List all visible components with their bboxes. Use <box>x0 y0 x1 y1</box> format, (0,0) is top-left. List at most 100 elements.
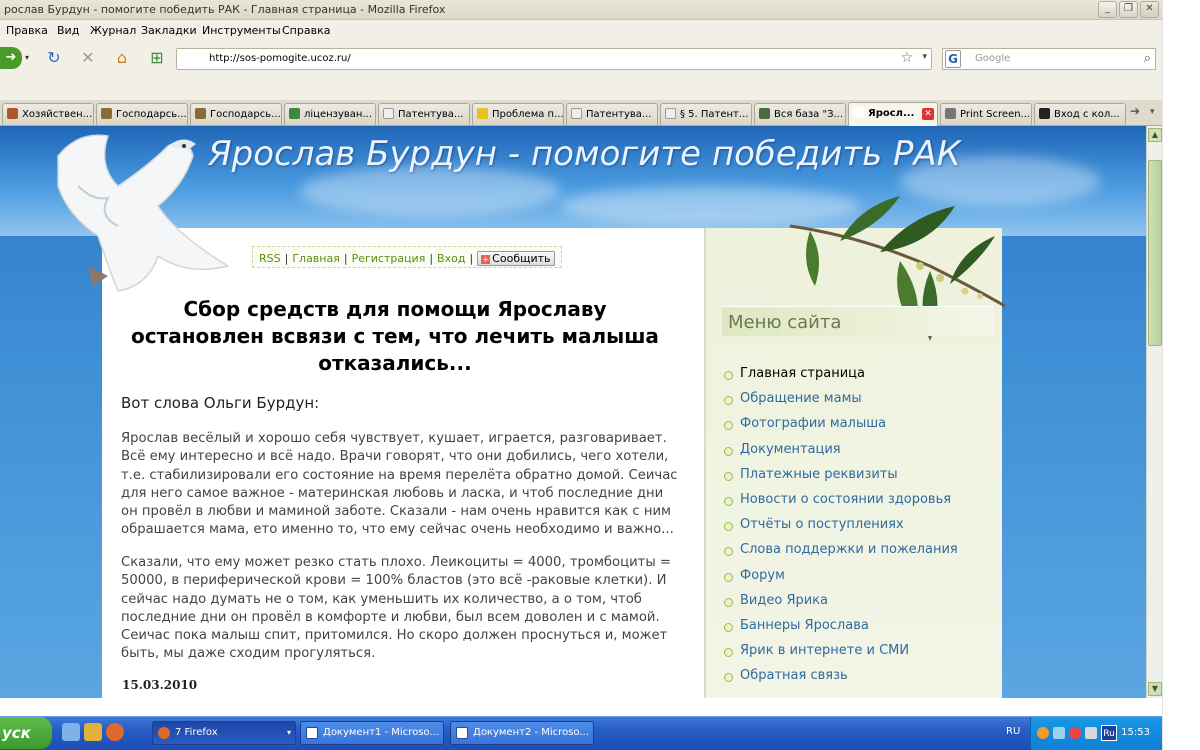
tab-3[interactable]: ліцензуван... <box>284 103 376 125</box>
page-viewport: Ярослав Бурдун - помогите победить РАК R… <box>0 126 1146 698</box>
minimize-button[interactable]: _ <box>1098 1 1117 18</box>
menu-item-documents[interactable]: Документация <box>722 442 958 467</box>
menu-item-donation-reports[interactable]: Отчёты о поступлениях <box>722 517 958 542</box>
tab-1[interactable]: Господарсь... <box>96 103 188 125</box>
tab-9-active[interactable]: Яросл... ✕ <box>848 102 938 126</box>
tray-arrow-icon[interactable] <box>1037 727 1049 739</box>
tab-0[interactable]: Хозяйствен... <box>2 103 94 125</box>
tab-favicon-icon <box>1039 108 1050 119</box>
tab-favicon-icon <box>853 107 864 118</box>
home-icon[interactable]: ⌂ <box>112 47 132 69</box>
menu-help[interactable]: Справка <box>282 24 330 37</box>
history-dropdown-icon[interactable]: ▾ <box>22 47 32 69</box>
vertical-scrollbar[interactable]: ▲ ▼ <box>1146 126 1162 698</box>
search-box[interactable]: G Google ⌕ <box>942 48 1156 70</box>
menu-item-feedback[interactable]: Обратная связь <box>722 668 958 693</box>
toolbar-spacer <box>0 76 1162 100</box>
top-links-bar: RSS | Главная | Регистрация | Вход | + Сообщить <box>252 246 562 268</box>
tab-label: Хозяйствен... <box>22 109 93 120</box>
tab-11[interactable]: Вход с кол... <box>1034 103 1126 125</box>
report-button[interactable]: + Сообщить <box>477 251 555 266</box>
menu-history[interactable]: Журнал <box>90 24 136 37</box>
tab-label: Патентува... <box>586 109 652 120</box>
close-button[interactable]: ✕ <box>1140 1 1159 18</box>
menu-view[interactable]: Вид <box>57 24 79 37</box>
quicklaunch-media-icon[interactable] <box>84 723 102 741</box>
window-title-bar[interactable]: рослав Бурдун - помогите победить РАК - … <box>0 0 1162 20</box>
search-icon[interactable]: ⌕ <box>1144 51 1151 66</box>
register-link[interactable]: Регистрация <box>352 252 426 265</box>
close-tab-icon[interactable]: ✕ <box>922 108 934 120</box>
tab-label: § 5. Патент... <box>680 109 749 120</box>
tray-network-icon[interactable] <box>1053 727 1065 739</box>
url-dropdown-icon[interactable]: ▾ <box>922 52 927 62</box>
forward-arrow-icon[interactable]: ➜ <box>0 47 22 69</box>
tab-warning-icon <box>477 108 488 119</box>
home-link[interactable]: Главная <box>292 252 340 265</box>
quicklaunch-firefox-icon[interactable] <box>106 723 124 741</box>
menu-item-photos[interactable]: Фотографии малыша <box>722 416 958 441</box>
tab-6[interactable]: Патентува... <box>566 103 658 125</box>
menu-item-home[interactable]: Главная страница <box>722 366 958 391</box>
tray-device-icon[interactable] <box>1085 727 1097 739</box>
link-separator: | <box>284 252 289 265</box>
scroll-up-icon[interactable]: ▲ <box>1148 128 1162 142</box>
desktop-edge <box>1162 0 1200 750</box>
new-tab-plus-icon[interactable]: ⊞ <box>146 47 168 69</box>
url-text[interactable]: http://sos-pomogite.ucoz.ru/ <box>209 53 351 64</box>
taskbar-word-doc2-button[interactable]: Документ2 - Microso... <box>450 721 594 745</box>
menu-item-banners[interactable]: Баннеры Ярослава <box>722 618 958 643</box>
menu-item-media[interactable]: Ярик в интернете и СМИ <box>722 643 958 668</box>
dove-image <box>57 134 230 292</box>
taskbar-firefox-button[interactable]: 7 Firefox ▾ <box>152 721 296 745</box>
menu-item-payment-details[interactable]: Платежные реквизиты <box>722 467 958 492</box>
login-link[interactable]: Вход <box>437 252 465 265</box>
article-paragraph-1: Ярослав весёлый и хорошо себя чувствует,… <box>121 431 678 538</box>
tab-label: Вход с кол... <box>1054 109 1120 120</box>
scroll-thumb[interactable] <box>1148 160 1162 346</box>
menu-item-support-words[interactable]: Слова поддержки и пожелания <box>722 542 958 567</box>
tray-security-icon[interactable] <box>1069 727 1081 739</box>
rss-link[interactable]: RSS <box>259 252 281 265</box>
tab-favicon-icon <box>383 108 394 119</box>
tab-list-icon[interactable]: ▾ <box>1150 107 1155 117</box>
menu-item-health-news[interactable]: Новости о состоянии здоровья <box>722 492 958 517</box>
tab-label: ліцензуван... <box>304 109 372 120</box>
menu-item-mother-appeal[interactable]: Обращение мамы <box>722 391 958 416</box>
menu-item-forum[interactable]: Форум <box>722 568 958 593</box>
report-button-label: Сообщить <box>492 252 551 265</box>
tab-label: Print Screen... <box>960 109 1031 120</box>
menu-bookmarks[interactable]: Закладки <box>141 24 197 37</box>
link-separator: | <box>469 252 474 265</box>
tab-10[interactable]: Print Screen... <box>940 103 1032 125</box>
firefox-icon <box>158 727 170 739</box>
tray-keyboard-layout-icon[interactable]: Ru <box>1101 725 1117 741</box>
tab-5[interactable]: Проблема п... <box>472 103 564 125</box>
start-button[interactable]: уск <box>0 717 52 749</box>
tab-scroll-right-icon[interactable]: ➔ <box>1130 104 1140 118</box>
url-bar[interactable]: http://sos-pomogite.ucoz.ru/ ☆ ▾ <box>176 48 932 70</box>
menu-tools[interactable]: Инструменты <box>202 24 281 37</box>
search-placeholder: Google <box>975 53 1011 64</box>
tab-4[interactable]: Патентува... <box>378 103 470 125</box>
menu-item-video[interactable]: Видео Ярика <box>722 593 958 618</box>
bookmark-star-icon[interactable]: ☆ <box>900 50 913 66</box>
sidebar-menu: Главная страница Обращение мамы Фотограф… <box>722 366 958 693</box>
tab-label: Господарсь... <box>210 109 281 120</box>
tab-2[interactable]: Господарсь... <box>190 103 282 125</box>
reload-icon[interactable]: ↻ <box>44 47 64 69</box>
language-indicator[interactable]: RU <box>1006 726 1020 737</box>
tab-8[interactable]: Вся база "З... <box>754 103 846 125</box>
maximize-button[interactable]: ❐ <box>1119 1 1138 18</box>
article-headline: Сбор средств для помощи Ярославу останов… <box>131 297 659 375</box>
quicklaunch-desktop-icon[interactable] <box>62 723 80 741</box>
google-icon[interactable]: G <box>945 50 961 68</box>
menu-edit[interactable]: Правка <box>6 24 48 37</box>
article-date: 15.03.2010 <box>122 678 198 692</box>
tab-document-icon <box>665 108 676 119</box>
stop-icon[interactable]: ✕ <box>78 47 98 69</box>
scroll-down-icon[interactable]: ▼ <box>1148 682 1162 696</box>
tab-7[interactable]: § 5. Патент... <box>660 103 752 125</box>
tab-favicon-icon <box>945 108 956 119</box>
taskbar-word-doc1-button[interactable]: Документ1 - Microso... <box>300 721 444 745</box>
